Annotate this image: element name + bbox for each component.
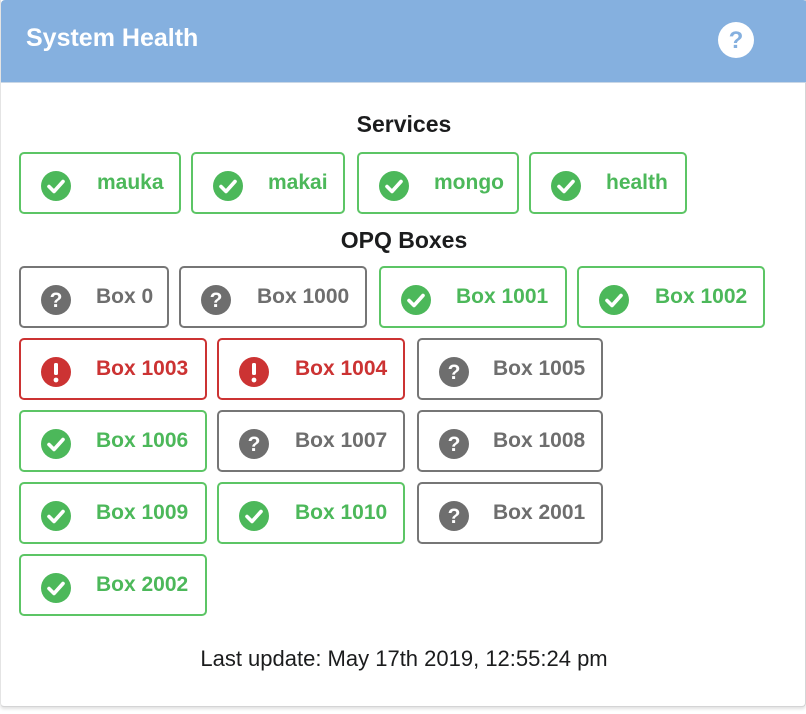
- box-chip-2002[interactable]: Box 2002: [19, 554, 207, 616]
- box-label: Box 1003: [96, 357, 189, 380]
- box-chip-1001[interactable]: Box 1001: [379, 266, 567, 328]
- question-circle-icon: ?: [439, 429, 469, 459]
- box-label: Box 1002: [655, 285, 748, 308]
- question-circle-icon: ?: [201, 285, 231, 315]
- box-label: Box 1000: [257, 285, 350, 308]
- box-label: Box 1004: [295, 357, 388, 380]
- check-circle-icon: [379, 171, 409, 201]
- opq-boxes-title: OPQ Boxes: [340, 227, 468, 253]
- service-chip-makai[interactable]: makai: [191, 152, 345, 214]
- svg-text:?: ?: [448, 361, 461, 384]
- question-circle-icon: ?: [439, 357, 469, 387]
- box-label: Box 0: [96, 285, 154, 308]
- check-circle-icon: [401, 285, 431, 315]
- box-label: Box 1008: [493, 429, 586, 452]
- services-title: Services: [356, 111, 452, 137]
- check-circle-icon: [41, 501, 71, 531]
- box-label: Box 1001: [456, 285, 549, 308]
- box-chip-1007[interactable]: ? Box 1007: [217, 410, 405, 472]
- box-label: Box 2002: [96, 573, 189, 596]
- box-chip-1003[interactable]: Box 1003: [19, 338, 207, 400]
- question-circle-icon[interactable]: ?: [717, 21, 755, 59]
- service-label: mauka: [97, 171, 164, 194]
- check-circle-icon: [551, 171, 581, 201]
- box-chip-2001[interactable]: ? Box 2001: [417, 482, 603, 544]
- box-chip-1009[interactable]: Box 1009: [19, 482, 207, 544]
- check-circle-icon: [239, 501, 269, 531]
- box-label: Box 1005: [493, 357, 586, 380]
- service-label: mongo: [434, 171, 504, 194]
- box-chip-1000[interactable]: ? Box 1000: [179, 266, 367, 328]
- box-chip-1005[interactable]: ? Box 1005: [417, 338, 603, 400]
- box-label: Box 1006: [96, 429, 189, 452]
- svg-text:?: ?: [248, 433, 261, 456]
- svg-text:?: ?: [729, 27, 744, 54]
- box-label: Box 1007: [295, 429, 388, 452]
- last-update-text: Last update: May 17th 2019, 12:55:24 pm: [200, 646, 608, 671]
- check-circle-icon: [41, 429, 71, 459]
- box-label: Box 1009: [96, 501, 189, 524]
- panel-title: System Health: [26, 24, 199, 52]
- box-chip-1008[interactable]: ? Box 1008: [417, 410, 603, 472]
- exclamation-circle-icon: [41, 357, 71, 387]
- box-chip-0[interactable]: ? Box 0: [19, 266, 169, 328]
- question-circle-icon: ?: [439, 501, 469, 531]
- svg-text:?: ?: [50, 289, 63, 312]
- svg-text:?: ?: [210, 289, 223, 312]
- box-label: Box 1010: [295, 501, 388, 524]
- exclamation-circle-icon: [239, 357, 269, 387]
- box-chip-1006[interactable]: Box 1006: [19, 410, 207, 472]
- question-circle-icon: ?: [239, 429, 269, 459]
- question-circle-icon: ?: [41, 285, 71, 315]
- check-circle-icon: [41, 171, 71, 201]
- panel-header: System Health ?: [1, 0, 806, 83]
- svg-text:?: ?: [448, 433, 461, 456]
- box-label: Box 2001: [493, 501, 586, 524]
- svg-text:?: ?: [448, 505, 461, 528]
- service-label: makai: [268, 171, 328, 194]
- box-chip-1002[interactable]: Box 1002: [577, 266, 765, 328]
- check-circle-icon: [599, 285, 629, 315]
- box-chip-1004[interactable]: Box 1004: [217, 338, 405, 400]
- check-circle-icon: [41, 573, 71, 603]
- system-health-panel: System Health ? Services mauka makai mon…: [0, 0, 806, 707]
- box-chip-1010[interactable]: Box 1010: [217, 482, 405, 544]
- service-label: health: [606, 171, 668, 194]
- check-circle-icon: [213, 171, 243, 201]
- service-chip-mongo[interactable]: mongo: [357, 152, 519, 214]
- service-chip-health[interactable]: health: [529, 152, 687, 214]
- service-chip-mauka[interactable]: mauka: [19, 152, 181, 214]
